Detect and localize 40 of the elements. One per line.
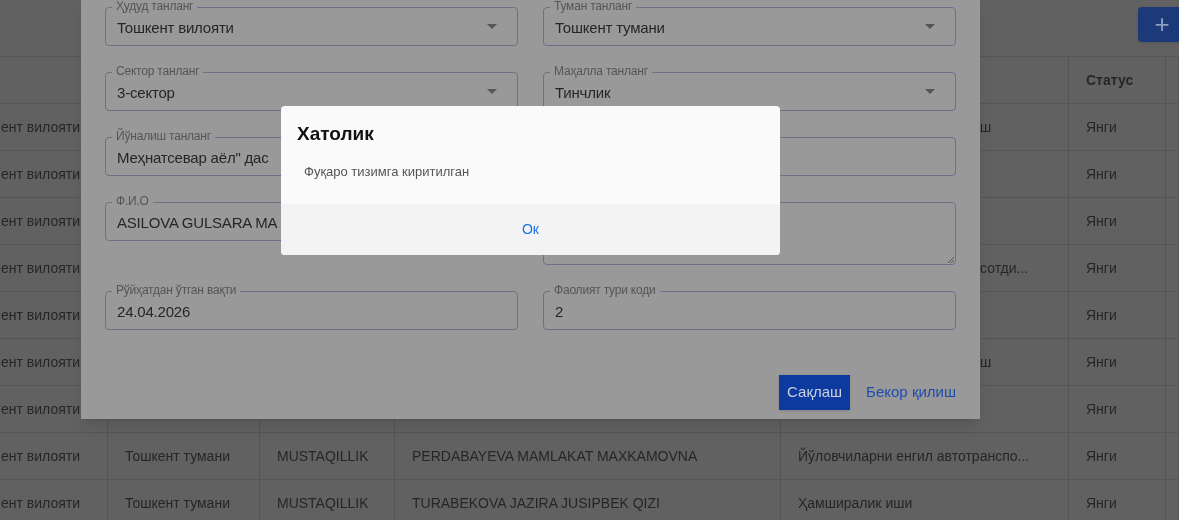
table-cell-text: ш (980, 352, 992, 372)
table-cell-text: Янги (1086, 211, 1117, 231)
table-cell-text: Янги (1086, 117, 1117, 137)
table-cell-text: ент вилояти (1, 493, 80, 513)
table-cell-text: ент вилояти (1, 258, 80, 278)
field-label: Рўйҳатдан ўтган вақти (112, 283, 241, 297)
table-cell-text: PERDABAYEVA MAMLAKAT MAXKAMOVNA (412, 446, 698, 466)
field-label: Маҳалла танланг (550, 64, 652, 78)
field-label: Ҳудуд танланг (112, 0, 198, 13)
table-cell-text: MUSTAQILLIK (277, 446, 369, 466)
table-cell-text: Янги (1086, 164, 1117, 184)
table-cell-text: Тошкент тумани (125, 493, 230, 513)
table-cell-text: Янги (1086, 399, 1117, 419)
table-cell-text: ент вилояти (1, 117, 80, 137)
dialog-title: Хатолик (297, 123, 375, 145)
table-cell-text: TURABEKOVA JAZIRA JUSIPBEK QIZI (412, 493, 660, 513)
table-cell-text: Тошкент тумани (125, 446, 230, 466)
table-cell-text: Янги (1086, 352, 1117, 372)
table-cell-text: ент вилояти (1, 352, 80, 372)
table-cell-text: ент вилояти (1, 305, 80, 325)
table-cell-text: ент вилояти (1, 446, 80, 466)
dialog-message: Фуқаро тизимга киритилган (303, 163, 471, 181)
table-cell-text: Янги (1086, 305, 1117, 325)
table-cell-text: ш (980, 117, 992, 137)
table-cell-text: Янги (1086, 258, 1117, 278)
field-label: Фаолият тури коди (550, 283, 660, 297)
table-cell-text: MUSTAQILLIK (277, 493, 369, 513)
table-cell-text: Янги (1086, 493, 1117, 513)
table-cell-text: сотди... (980, 258, 1029, 278)
table-cell-text: Йўловчиларни енгил автотранспо... (798, 446, 1030, 466)
column-header: Статус (1086, 70, 1134, 90)
field-label: Йўналиш танланг (112, 129, 215, 143)
table-cell-text: ент вилояти (1, 164, 80, 184)
field-label: Сектор танланг (112, 64, 204, 78)
table-cell-text: Ҳамширалик иши (798, 493, 913, 513)
table-cell-text: Янги (1086, 446, 1117, 466)
field-label: Туман танланг (550, 0, 637, 13)
table-cell-text: ент вилояти (1, 211, 80, 231)
table-cell-text: ент вилояти (1, 399, 80, 419)
field-label: Ф.И.О (112, 194, 153, 208)
